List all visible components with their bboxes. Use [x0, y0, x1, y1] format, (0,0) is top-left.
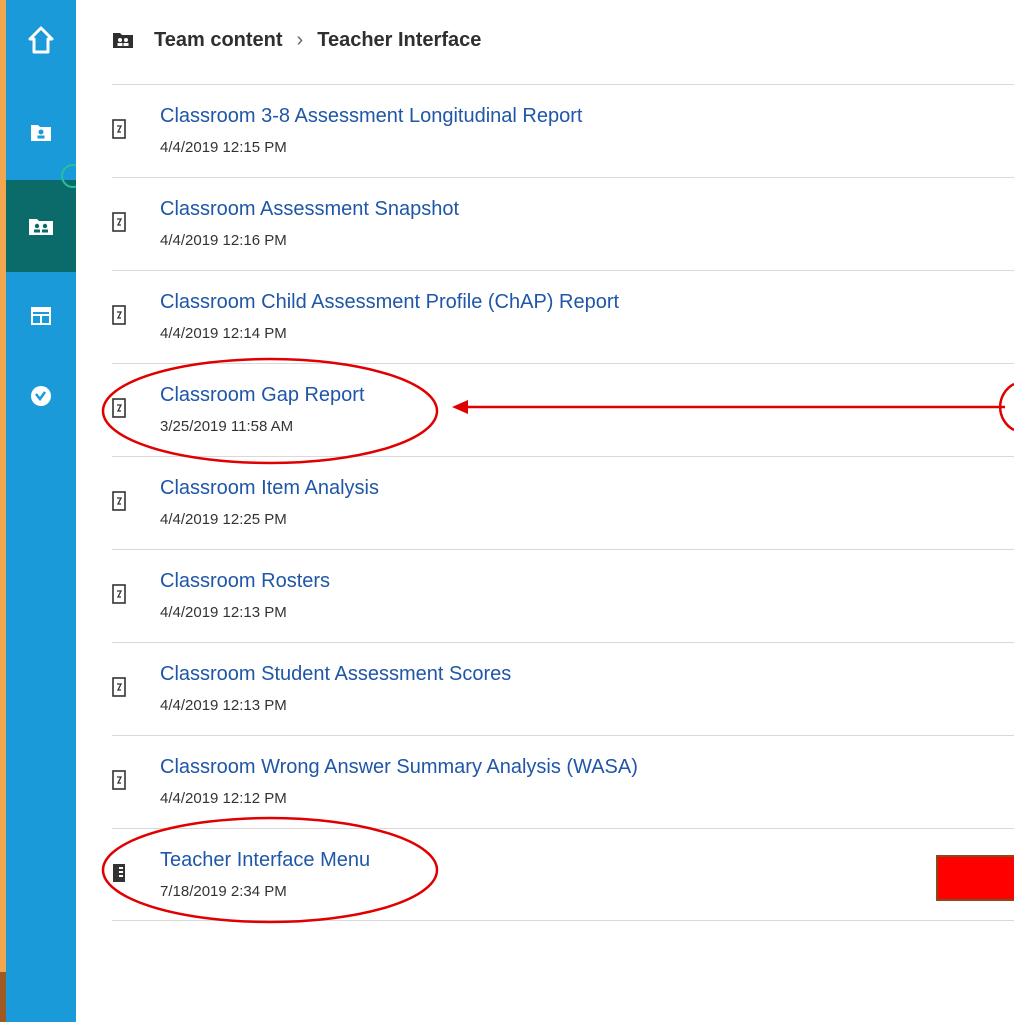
dashboard-report-icon — [113, 864, 125, 882]
report-icon — [112, 491, 126, 511]
report-title[interactable]: Classroom Wrong Answer Summary Analysis … — [160, 756, 638, 779]
report-icon — [112, 770, 126, 790]
report-icon — [112, 212, 126, 232]
report-title[interactable]: Classroom Assessment Snapshot — [160, 198, 459, 221]
report-icon — [112, 677, 126, 697]
list-item[interactable]: Classroom Student Assessment Scores 4/4/… — [112, 642, 1014, 735]
report-date: 7/18/2019 2:34 PM — [160, 883, 287, 900]
report-icon — [112, 119, 126, 139]
report-icon — [112, 584, 126, 604]
report-title[interactable]: Classroom Student Assessment Scores — [160, 663, 511, 686]
report-icon — [112, 305, 126, 325]
report-title[interactable]: Teacher Interface Menu — [160, 849, 370, 872]
nav-dashboards[interactable] — [6, 286, 76, 346]
list-item[interactable]: Classroom Rosters 4/4/2019 12:13 PM — [112, 549, 1014, 642]
breadcrumb: Team content › Teacher Interface — [112, 20, 481, 60]
breadcrumb-current: Teacher Interface — [317, 28, 482, 51]
report-date: 4/4/2019 12:12 PM — [160, 790, 287, 807]
annotation-red-box — [936, 855, 1014, 901]
report-icon — [112, 398, 126, 418]
list-item[interactable]: Classroom Gap Report 3/25/2019 11:58 AM — [112, 363, 1014, 456]
check-circle-icon — [31, 386, 51, 406]
breadcrumb-separator: › — [296, 28, 304, 51]
report-date: 4/4/2019 12:16 PM — [160, 232, 287, 249]
team-folder-icon — [113, 33, 133, 48]
list-item[interactable]: Classroom Wrong Answer Summary Analysis … — [112, 735, 1014, 828]
my-content-folder-icon — [31, 125, 51, 141]
breadcrumb-root[interactable]: Team content — [154, 29, 283, 52]
report-title[interactable]: Classroom Gap Report — [160, 384, 365, 407]
report-title[interactable]: Classroom Item Analysis — [160, 477, 379, 500]
team-content-folder-icon — [29, 219, 53, 235]
list-item[interactable]: Classroom Assessment Snapshot 4/4/2019 1… — [112, 177, 1014, 270]
report-title[interactable]: Classroom 3-8 Assessment Longitudinal Re… — [160, 105, 582, 128]
report-date: 4/4/2019 12:13 PM — [160, 697, 287, 714]
report-date: 4/4/2019 12:25 PM — [160, 511, 287, 528]
home-icon — [28, 26, 54, 54]
list-item[interactable]: Classroom 3-8 Assessment Longitudinal Re… — [112, 84, 1014, 177]
sidebar-nav — [6, 0, 76, 1022]
list-item[interactable]: Teacher Interface Menu 7/18/2019 2:34 PM — [112, 828, 1014, 921]
report-date: 3/25/2019 11:58 AM — [160, 418, 294, 435]
nav-subscriptions[interactable] — [6, 366, 76, 426]
report-date: 4/4/2019 12:14 PM — [160, 325, 287, 342]
content-area: Team content › Teacher Interface Classro… — [76, 0, 1014, 1022]
nav-my-content[interactable] — [6, 102, 76, 162]
nav-team-content[interactable] — [6, 180, 76, 272]
report-list: Classroom 3-8 Assessment Longitudinal Re… — [112, 84, 1014, 921]
report-title[interactable]: Classroom Child Assessment Profile (ChAP… — [160, 291, 619, 314]
nav-home[interactable] — [6, 10, 76, 70]
list-item[interactable]: Classroom Child Assessment Profile (ChAP… — [112, 270, 1014, 363]
report-title[interactable]: Classroom Rosters — [160, 570, 330, 593]
list-item[interactable]: Classroom Item Analysis 4/4/2019 12:25 P… — [112, 456, 1014, 549]
report-date: 4/4/2019 12:15 PM — [160, 139, 287, 156]
report-date: 4/4/2019 12:13 PM — [160, 604, 287, 621]
dashboard-icon — [31, 307, 51, 325]
